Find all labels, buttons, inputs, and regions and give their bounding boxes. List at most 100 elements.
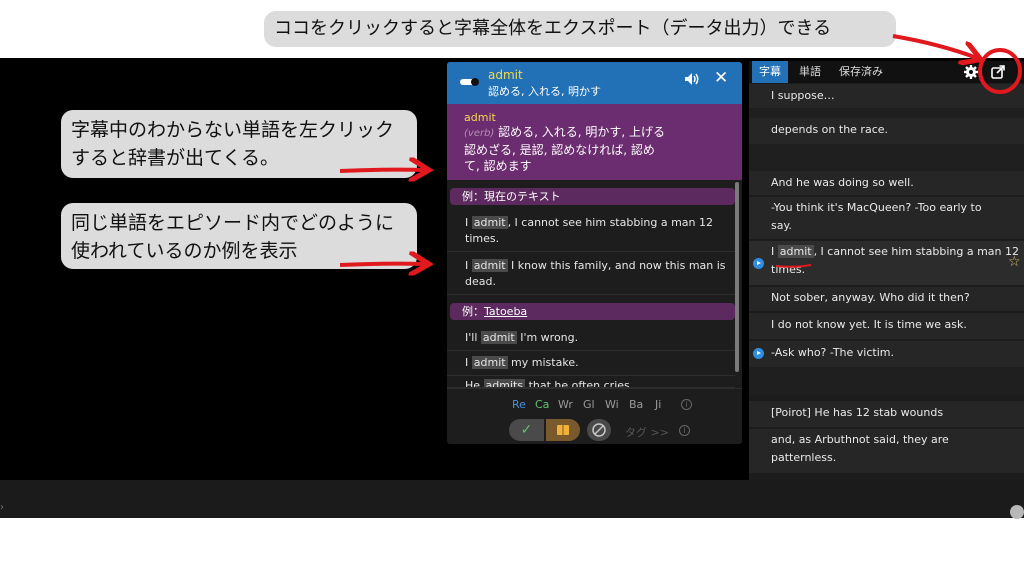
dictionary-footer: Re Ca Wr Gl Wi Ba Ji i ✓ タグ >> i	[447, 388, 742, 444]
tab-subtitles[interactable]: 字幕	[752, 61, 788, 83]
play-line-icon[interactable]	[753, 258, 764, 269]
save-word-button[interactable]	[546, 419, 580, 441]
subtitle-text[interactable]: -You think it's MacQueen? -Too early to	[771, 201, 982, 214]
chevron-right-icon[interactable]: ›	[0, 502, 4, 513]
source-ji[interactable]: Ji	[655, 398, 661, 411]
subtitle-line[interactable]: -You think it's MacQueen? -Too early to …	[749, 197, 1024, 239]
gear-icon[interactable]	[963, 64, 979, 80]
subtitle-line[interactable]	[749, 144, 1024, 171]
ignore-word-button[interactable]	[587, 419, 611, 441]
dictionary-word: admit	[488, 68, 523, 82]
info-icon[interactable]: i	[679, 425, 690, 436]
arrow-to-export	[892, 34, 977, 58]
definition-line: 認めざる, 是認, 認めなければ, 認め	[464, 143, 655, 157]
subtitle-line[interactable]: and, as Arbuthnot said, they are pattern…	[749, 429, 1024, 473]
example-highlight[interactable]: admit	[471, 259, 508, 272]
subtitle-line-current[interactable]: I admit, I cannot see him stabbing a man…	[749, 241, 1024, 285]
subtitle-text[interactable]: say.	[771, 219, 792, 232]
subtitle-line[interactable]: I do not know yet. It is time we ask.	[749, 313, 1024, 339]
example-text: I'll	[465, 331, 481, 344]
panel-tab-bar: 字幕 単語 保存済み	[749, 61, 1024, 83]
subtitle-line[interactable]: And he was doing so well.	[749, 171, 1024, 195]
subtitle-text[interactable]: I	[771, 245, 778, 258]
subtitle-text[interactable]: and, as Arbuthnot said, they are	[771, 433, 949, 446]
example-item[interactable]: I'll admit I'm wrong.	[447, 326, 735, 351]
seek-knob[interactable]	[1010, 505, 1024, 519]
book-icon	[557, 425, 569, 435]
definition-word: admit	[464, 111, 496, 124]
example-item[interactable]: I admit, I cannot see him stabbing a man…	[447, 212, 735, 252]
example-item[interactable]: I admit I know this family, and now this…	[447, 255, 735, 295]
play-line-icon[interactable]	[753, 348, 764, 359]
definition-text: (verb) 認める, 入れる, 明かす, 上げる 認めざる, 是認, 認めなけ…	[464, 124, 694, 174]
subtitle-text[interactable]: depends on the race.	[771, 123, 888, 136]
example-text: I	[465, 356, 472, 369]
subtitle-text[interactable]: I suppose…	[771, 89, 835, 102]
dictionary-definition: admit (verb) 認める, 入れる, 明かす, 上げる 認めざる, 是認…	[447, 104, 742, 180]
subtitle-text[interactable]: [Poirot] He has 12 stab wounds	[771, 406, 943, 419]
section-current-text: 例：現在のテキスト	[450, 188, 735, 205]
subtitle-line[interactable]: depends on the race.	[749, 118, 1024, 144]
star-icon[interactable]: ☆	[1008, 254, 1021, 270]
example-highlight[interactable]: admit	[480, 331, 517, 344]
subtitle-text[interactable]: And he was doing so well.	[771, 176, 914, 189]
player-control-bar[interactable]	[0, 480, 1024, 518]
subtitle-text[interactable]: times.	[771, 263, 805, 276]
subtitle-text[interactable]: , I cannot see him stabbing a man 12	[814, 245, 1019, 258]
example-text: my mistake.	[507, 356, 579, 369]
close-icon[interactable]: ✕	[714, 68, 728, 88]
example-text: that he often cries	[525, 379, 630, 388]
example-text: I	[465, 216, 472, 229]
example-text: I know this family, and now this man is	[507, 259, 726, 272]
subtitle-text[interactable]: patternless.	[771, 451, 836, 464]
source-gl[interactable]: Gl	[583, 398, 595, 411]
subtitle-text[interactable]: Not sober, anyway. Who did it then?	[771, 291, 970, 304]
subtitle-panel: 字幕 単語 保存済み I suppose… depends on the rac…	[749, 61, 1024, 480]
source-ba[interactable]: Ba	[629, 398, 643, 411]
source-ca[interactable]: Ca	[535, 398, 549, 411]
section-prefix: 例：	[462, 305, 484, 318]
example-highlight[interactable]: admit	[471, 216, 508, 229]
example-text: dead.	[465, 275, 496, 288]
example-highlight[interactable]: admits	[483, 379, 526, 387]
toggle-icon[interactable]	[460, 78, 479, 86]
source-wi[interactable]: Wi	[605, 398, 619, 411]
annotation-line: 使われているのか例を表示	[71, 240, 298, 262]
annotation-line: すると辞書が出てくる。	[71, 147, 280, 169]
speaker-icon[interactable]	[683, 70, 701, 88]
subtitle-text[interactable]: I do not know yet. It is time we ask.	[771, 318, 967, 331]
example-item[interactable]: He admits that he often cries	[447, 376, 735, 388]
example-text: He	[465, 379, 484, 388]
example-text: , I cannot see him stabbing a man 12	[507, 216, 713, 229]
screenshot-stage: ココをクリックすると字幕全体をエクスポート（データ出力）できる › 字幕中のわか…	[0, 0, 1024, 576]
annotation-line: 同じ単語をエピソード内でどのように	[71, 212, 395, 234]
scrollbar-thumb[interactable]	[735, 182, 739, 372]
subtitle-line[interactable]: Not sober, anyway. Who did it then?	[749, 287, 1024, 311]
subtitle-line[interactable]: I suppose…	[749, 84, 1024, 108]
tab-saved[interactable]: 保存済み	[832, 61, 890, 83]
dictionary-gloss: 認める, 入れる, 明かす	[488, 85, 601, 98]
tatoeba-link[interactable]: Tatoeba	[484, 305, 527, 318]
example-text: I'm wrong.	[516, 331, 579, 344]
example-text: times.	[465, 232, 500, 245]
subtitle-text[interactable]: -Ask who? -The victim.	[771, 346, 894, 359]
annotation-dictionary-note: 字幕中のわからない単語を左クリック すると辞書が出てくる。	[61, 110, 417, 178]
definition-line: 認める, 入れる, 明かす, 上げる	[498, 125, 666, 139]
subtitle-line[interactable]: -Ask who? -The victim.	[749, 341, 1024, 367]
part-of-speech: (verb)	[464, 128, 495, 139]
info-icon[interactable]: i	[681, 399, 692, 410]
source-re[interactable]: Re	[512, 398, 526, 411]
subtitle-gap	[749, 108, 1024, 118]
tab-words[interactable]: 単語	[792, 61, 828, 83]
source-wr[interactable]: Wr	[558, 398, 573, 411]
definition-line: て, 認めます	[464, 159, 532, 173]
subtitle-word-selected[interactable]: admit	[777, 245, 814, 258]
example-item[interactable]: I admit my mistake.	[447, 351, 735, 376]
subtitle-line[interactable]: [Poirot] He has 12 stab wounds	[749, 401, 1024, 427]
block-icon	[592, 423, 606, 437]
example-highlight[interactable]: admit	[471, 356, 508, 369]
tag-button[interactable]: タグ >>	[625, 424, 669, 440]
mark-known-button[interactable]: ✓	[509, 419, 544, 441]
export-icon[interactable]	[990, 64, 1006, 80]
subtitle-gap	[749, 367, 1024, 395]
